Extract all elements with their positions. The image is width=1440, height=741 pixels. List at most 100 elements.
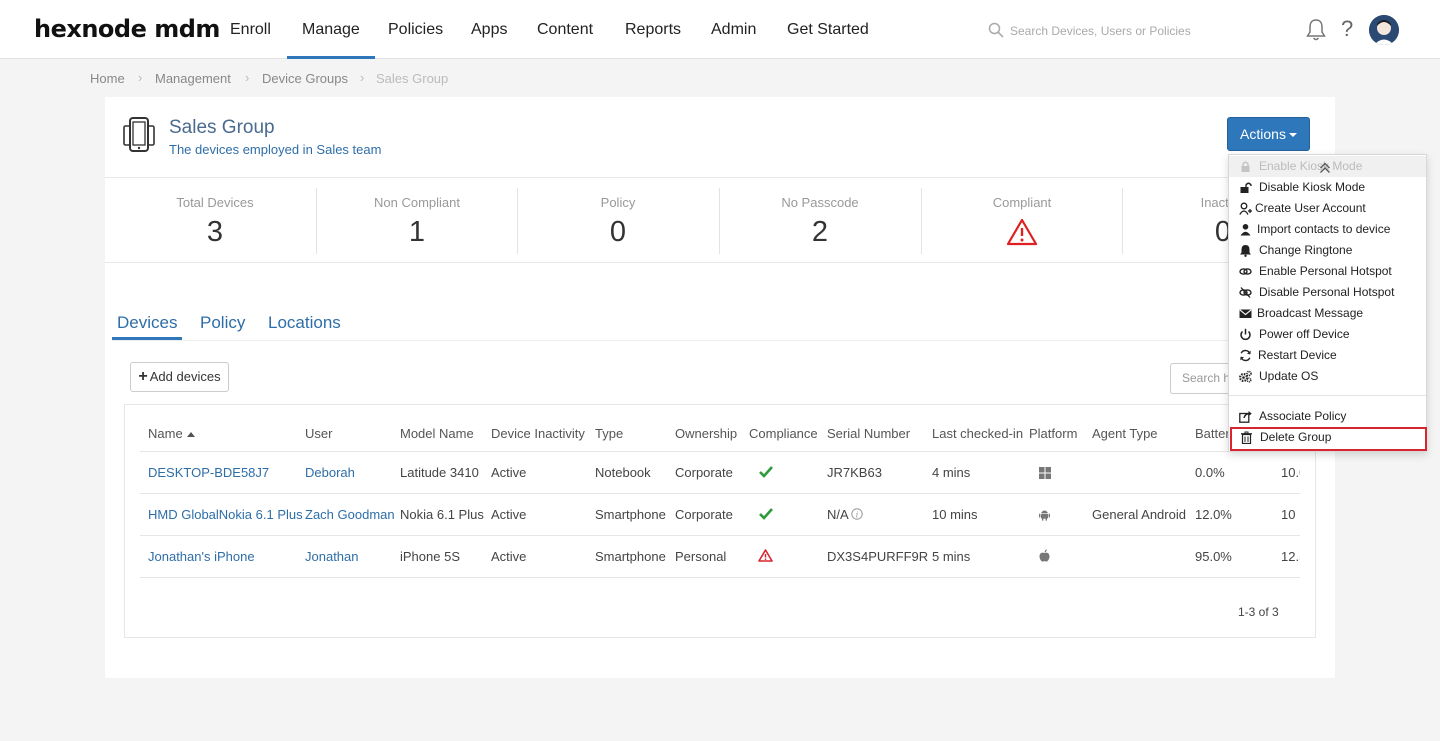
help-icon[interactable]: ?	[1341, 16, 1353, 42]
tab-locations[interactable]: Locations	[268, 313, 341, 333]
devices-icon	[123, 117, 155, 152]
global-search-input[interactable]	[1010, 20, 1250, 42]
nav-policies[interactable]: Policies	[388, 21, 443, 39]
nav-apps[interactable]: Apps	[471, 21, 507, 39]
menu-item-restart-device[interactable]: Restart Device	[1229, 345, 1426, 366]
tab-policy[interactable]: Policy	[200, 313, 245, 333]
breadcrumb-management[interactable]: Management	[155, 71, 231, 86]
stat-label: No Passcode	[781, 195, 859, 210]
menu-item-disable-kiosk[interactable]: Disable Kiosk Mode	[1229, 177, 1426, 198]
menu-item-change-ringtone[interactable]: Change Ringtone	[1229, 240, 1426, 261]
add-devices-label: Add devices	[149, 369, 221, 384]
cell-storage: 10.0	[1281, 465, 1300, 480]
menu-item-associate-policy[interactable]: Associate Policy	[1229, 406, 1426, 427]
cell-last-checked: 5 mins	[932, 549, 971, 564]
breadcrumb-device-groups[interactable]: Device Groups	[262, 71, 348, 86]
menu-item-broadcast-message[interactable]: Broadcast Message	[1229, 303, 1426, 324]
check-icon	[759, 508, 773, 520]
cell-user[interactable]: Zach Goodman	[305, 507, 395, 522]
cell-user[interactable]: Jonathan	[305, 549, 359, 564]
tabs-divider	[112, 340, 1312, 341]
nav-get-started[interactable]: Get Started	[787, 21, 869, 39]
cell-storage: 12.5	[1281, 549, 1300, 564]
cell-model: Latitude 3410	[400, 465, 479, 480]
menu-item-enable-hotspot[interactable]: Enable Personal Hotspot	[1229, 261, 1426, 282]
caret-down-icon	[1288, 133, 1297, 138]
unlock-icon	[1240, 182, 1252, 193]
column-header-last-checked[interactable]: Last checked-in	[932, 426, 1023, 441]
column-header-name[interactable]: Name	[148, 426, 195, 441]
stat-policy[interactable]: Policy 0	[517, 178, 719, 264]
nav-admin[interactable]: Admin	[711, 21, 756, 39]
menu-item-label: Enable Kiosk Mode	[1259, 159, 1363, 173]
stat-non-compliant[interactable]: Non Compliant 1	[316, 178, 518, 264]
unlink-icon	[1239, 287, 1252, 298]
cell-type: Smartphone	[595, 507, 666, 522]
cell-model: iPhone 5S	[400, 549, 460, 564]
menu-item-label: Import contacts to device	[1257, 222, 1391, 236]
breadcrumb-current: Sales Group	[376, 71, 449, 86]
add-user-icon	[1239, 202, 1252, 215]
column-header-model[interactable]: Model Name	[400, 426, 474, 441]
cell-user[interactable]: Deborah	[305, 465, 355, 480]
nav-reports[interactable]: Reports	[625, 21, 681, 39]
menu-item-update-os[interactable]: Update OS	[1229, 366, 1426, 387]
nav-enroll[interactable]: Enroll	[230, 21, 271, 39]
notification-bell-icon[interactable]	[1305, 18, 1327, 42]
menu-item-delete-group[interactable]: Delete Group	[1230, 427, 1427, 451]
stat-value: 3	[206, 216, 224, 248]
cell-name[interactable]: Jonathan's iPhone	[148, 549, 255, 564]
cell-serial: N/A	[827, 507, 849, 522]
stat-no-passcode[interactable]: No Passcode 2	[719, 178, 921, 264]
menu-item-label: Enable Personal Hotspot	[1259, 264, 1392, 278]
info-icon[interactable]: i	[851, 508, 863, 520]
trash-icon	[1241, 431, 1252, 444]
tab-devices[interactable]: Devices	[117, 313, 177, 333]
link-icon	[1239, 268, 1252, 275]
stat-total-devices[interactable]: Total Devices 3	[114, 178, 316, 264]
menu-item-label: Change Ringtone	[1259, 243, 1353, 257]
warning-icon	[1006, 218, 1038, 246]
stat-compliant[interactable]: Compliant	[921, 178, 1123, 264]
column-header-user[interactable]: User	[305, 426, 332, 441]
column-header-ownership[interactable]: Ownership	[675, 426, 737, 441]
lock-icon	[1241, 161, 1250, 172]
windows-icon	[1039, 467, 1051, 479]
menu-item-import-contacts[interactable]: Import contacts to device	[1229, 219, 1426, 240]
chevron-double-up-icon[interactable]	[1319, 161, 1331, 175]
cell-name[interactable]: HMD GlobalNokia 6.1 Plus	[148, 507, 303, 522]
warning-icon	[758, 549, 773, 562]
plus-icon: +	[138, 368, 148, 385]
menu-item-create-user[interactable]: Create User Account	[1229, 198, 1426, 219]
row-divider	[140, 493, 1300, 494]
column-header-compliance[interactable]: Compliance	[749, 426, 818, 441]
column-header-inactivity[interactable]: Device Inactivity	[491, 426, 585, 441]
menu-item-label: Broadcast Message	[1257, 306, 1364, 320]
actions-label: Actions	[1240, 126, 1286, 142]
column-header-type[interactable]: Type	[595, 426, 623, 441]
menu-item-label: Create User Account	[1255, 201, 1366, 215]
column-header-serial[interactable]: Serial Number	[827, 426, 910, 441]
menu-item-label: Disable Personal Hotspot	[1259, 285, 1395, 299]
stat-label: Total Devices	[176, 195, 254, 210]
cell-ownership: Corporate	[675, 507, 733, 522]
column-header-agent-type[interactable]: Agent Type	[1092, 426, 1158, 441]
breadcrumb-home[interactable]: Home	[90, 71, 125, 86]
menu-item-disable-hotspot[interactable]: Disable Personal Hotspot	[1229, 282, 1426, 303]
menu-item-label: Associate Policy	[1259, 409, 1347, 423]
row-divider	[140, 577, 1300, 578]
column-header-platform[interactable]: Platform	[1029, 426, 1077, 441]
top-nav: hexnode mdm Enroll Manage Policies Apps …	[0, 0, 1440, 59]
breadcrumb-separator: ›	[245, 70, 250, 85]
add-devices-button[interactable]: + Add devices	[130, 362, 229, 392]
sort-ascending-icon	[186, 432, 195, 438]
avatar[interactable]	[1369, 15, 1399, 45]
row-divider	[140, 535, 1300, 536]
stat-value: 0	[609, 216, 627, 248]
actions-button[interactable]: Actions	[1227, 117, 1310, 151]
nav-content[interactable]: Content	[537, 21, 593, 39]
logo[interactable]: hexnode mdm	[34, 15, 220, 43]
menu-item-power-off[interactable]: Power off Device	[1229, 324, 1426, 345]
cell-name[interactable]: DESKTOP-BDE58J7	[148, 465, 269, 480]
nav-manage[interactable]: Manage	[302, 21, 360, 39]
